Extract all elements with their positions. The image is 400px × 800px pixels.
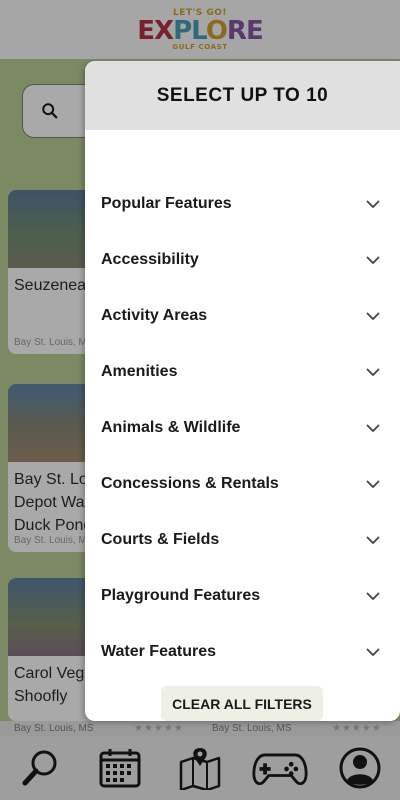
filter-category-label: Activity Areas xyxy=(101,307,208,324)
filter-category-label: Concessions & Rentals xyxy=(101,475,279,492)
list-footer-strip: Bay St. Louis, MS ★★★★★ Bay St. Louis, M… xyxy=(0,721,400,736)
filter-category-item[interactable]: Courts & Fields xyxy=(85,512,400,568)
filter-category-item[interactable]: Amenities xyxy=(85,344,400,400)
filter-category-label: Amenities xyxy=(101,363,178,380)
chevron-down-icon xyxy=(366,421,380,435)
rating-stars: ★★★★★ xyxy=(134,723,184,734)
filter-modal: SELECT UP TO 10 Popular Features Accessib… xyxy=(85,61,400,721)
location-city: Bay St. Louis, MS xyxy=(212,723,292,734)
chevron-down-icon xyxy=(366,589,380,603)
filter-category-item[interactable]: Popular Features xyxy=(85,176,400,232)
filter-category-item[interactable]: Activity Areas xyxy=(85,288,400,344)
app-logo: LET'S GO! EXPLORE GULF COAST xyxy=(137,8,263,51)
chevron-down-icon xyxy=(366,197,380,211)
filter-category-item[interactable]: Animals & Wildlife xyxy=(85,400,400,456)
search-icon xyxy=(42,103,58,119)
nav-games-button[interactable] xyxy=(252,740,308,796)
modal-header: SELECT UP TO 10 xyxy=(85,61,400,130)
chevron-down-icon xyxy=(366,645,380,659)
nav-search-button[interactable] xyxy=(12,740,68,796)
filter-category-item[interactable]: Concessions & Rentals xyxy=(85,456,400,512)
app-header: LET'S GO! EXPLORE GULF COAST xyxy=(0,0,400,59)
chevron-down-icon xyxy=(366,365,380,379)
filter-category-item[interactable]: Water Features xyxy=(85,624,400,680)
filter-category-item[interactable]: Playground Features xyxy=(85,568,400,624)
filter-list: Popular Features Accessibility Activity Ar… xyxy=(85,176,400,680)
profile-icon xyxy=(339,747,381,789)
logo-main-text: EXPLORE xyxy=(137,15,263,46)
bottom-nav xyxy=(0,736,400,800)
nav-profile-button[interactable] xyxy=(332,740,388,796)
filter-category-item[interactable]: Accessibility xyxy=(85,232,400,288)
location-city: Bay St. Louis, MS xyxy=(14,723,94,734)
clear-all-filters-button[interactable]: CLEAR ALL FILTERS xyxy=(161,686,323,721)
map-icon xyxy=(179,748,221,790)
filter-category-label: Courts & Fields xyxy=(101,531,220,548)
gamepad-icon xyxy=(252,753,308,786)
filter-category-label: Water Features xyxy=(101,643,216,660)
nav-map-button[interactable] xyxy=(172,740,228,796)
location-city: Bay St. Louis, MS xyxy=(14,337,94,348)
filter-category-label: Popular Features xyxy=(101,195,232,212)
chevron-down-icon xyxy=(366,253,380,267)
nav-calendar-button[interactable] xyxy=(92,740,148,796)
calendar-icon xyxy=(99,749,141,788)
search-icon xyxy=(22,750,57,786)
filter-category-label: Animals & Wildlife xyxy=(101,419,241,436)
chevron-down-icon xyxy=(366,309,380,323)
chevron-down-icon xyxy=(366,477,380,491)
rating-stars: ★★★★★ xyxy=(332,723,382,734)
chevron-down-icon xyxy=(366,533,380,547)
location-city: Bay St. Louis, MS xyxy=(14,535,94,546)
modal-title: SELECT UP TO 10 xyxy=(156,84,329,106)
filter-category-label: Playground Features xyxy=(101,587,261,604)
logo-bottom-text: GULF COAST xyxy=(172,42,228,51)
filter-category-label: Accessibility xyxy=(101,251,199,268)
